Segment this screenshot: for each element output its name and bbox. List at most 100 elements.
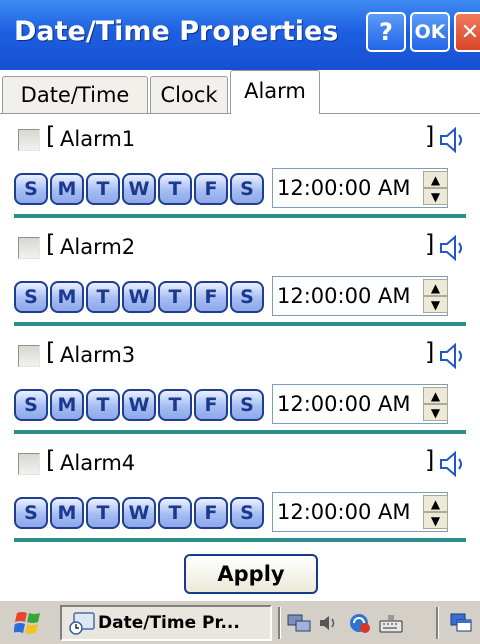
alarm-4-day-mon[interactable]: M — [50, 497, 84, 529]
alarm-3-name-field[interactable] — [56, 336, 410, 374]
alarm-3-day-wed[interactable]: W — [122, 389, 156, 421]
alarm-1-day-buttons: S M T W T F S — [14, 173, 266, 205]
alarm-row-1: [ ] S M T W T F S 12:00:00 AM ▲ ▼ — [0, 116, 480, 224]
window-title: Date/Time Properties — [14, 16, 339, 47]
alarm-4-day-buttons: S M T W T F S — [14, 497, 266, 529]
alarm-4-spin-down-icon[interactable]: ▼ — [423, 512, 448, 529]
apply-button[interactable]: Apply — [184, 554, 318, 594]
alarm-2-day-thu[interactable]: T — [158, 281, 192, 313]
alarm-1-day-thu[interactable]: T — [158, 173, 192, 205]
alarm-3-day-thu[interactable]: T — [158, 389, 192, 421]
alarm-3-day-fri[interactable]: F — [194, 389, 228, 421]
taskbar-task-label: Date/Time Pr... — [98, 613, 240, 633]
volume-icon[interactable] — [316, 611, 342, 635]
alarm-1-close-bracket: ] — [425, 122, 435, 150]
alarm-2-separator — [14, 322, 466, 326]
alarm-row-4: [ ] S M T W T F S 12:00:00 AM ▲ ▼ — [0, 440, 480, 548]
alarm-2-open-bracket: [ — [46, 230, 56, 258]
alarm-2-enable-checkbox[interactable] — [18, 237, 40, 259]
alarm-1-day-sat[interactable]: S — [230, 173, 264, 205]
network-icon[interactable] — [286, 611, 312, 635]
alarm-4-name-field[interactable] — [56, 444, 410, 482]
alarm-3-open-bracket: [ — [46, 338, 56, 366]
alarm-2-day-sun[interactable]: S — [14, 281, 48, 313]
alarm-3-spin-down-icon[interactable]: ▼ — [423, 404, 448, 421]
close-button[interactable]: ✕ — [454, 12, 480, 52]
tab-strip: Date/Time Clock Alarm — [0, 70, 480, 114]
tab-date-time[interactable]: Date/Time — [2, 76, 148, 113]
alarm-1-name-field[interactable] — [56, 120, 410, 158]
title-bar: Date/Time Properties ? OK ✕ — [0, 0, 480, 70]
ok-button[interactable]: OK — [410, 12, 450, 52]
alarm-4-open-bracket: [ — [46, 446, 56, 474]
alarm-row-3: [ ] S M T W T F S 12:00:00 AM ▲ ▼ — [0, 332, 480, 440]
alarm-4-separator — [14, 538, 466, 542]
alarm-3-separator — [14, 430, 466, 434]
tab-clock-label: Clock — [160, 83, 218, 107]
alarm-4-day-fri[interactable]: F — [194, 497, 228, 529]
alarm-1-day-tue[interactable]: T — [86, 173, 120, 205]
alarm-1-day-mon[interactable]: M — [50, 173, 84, 205]
alarm-4-close-bracket: ] — [425, 446, 435, 474]
alarm-3-day-sun[interactable]: S — [14, 389, 48, 421]
alarm-1-time-field[interactable]: 12:00:00 AM — [272, 168, 448, 208]
alarm-2-close-bracket: ] — [425, 230, 435, 258]
keyboard-icon[interactable] — [378, 611, 404, 635]
alarm-3-time-field[interactable]: 12:00:00 AM — [272, 384, 448, 424]
alarm-1-day-wed[interactable]: W — [122, 173, 156, 205]
alarm-1-separator — [14, 214, 466, 218]
alarm-4-day-tue[interactable]: T — [86, 497, 120, 529]
alarm-2-time-field[interactable]: 12:00:00 AM — [272, 276, 448, 316]
alarm-1-spin-up-icon[interactable]: ▲ — [423, 171, 448, 188]
help-button[interactable]: ? — [366, 12, 406, 52]
start-logo-icon[interactable] — [14, 609, 42, 637]
alarm-3-time-spinner: ▲ ▼ — [423, 387, 448, 421]
alarm-1-day-fri[interactable]: F — [194, 173, 228, 205]
alarm-2-day-fri[interactable]: F — [194, 281, 228, 313]
tray-separator-1 — [278, 607, 281, 639]
alarm-3-day-buttons: S M T W T F S — [14, 389, 266, 421]
tab-clock[interactable]: Clock — [150, 76, 228, 113]
alarm-1-enable-checkbox[interactable] — [18, 129, 40, 151]
alarm-4-sound-icon[interactable] — [438, 450, 468, 478]
desktop-icon[interactable] — [448, 611, 474, 635]
alarm-4-day-sun[interactable]: S — [14, 497, 48, 529]
alarm-2-sound-icon[interactable] — [438, 234, 468, 262]
alarm-4-day-wed[interactable]: W — [122, 497, 156, 529]
tab-alarm-label: Alarm — [244, 78, 306, 103]
alarm-3-day-mon[interactable]: M — [50, 389, 84, 421]
alarm-4-enable-checkbox[interactable] — [18, 453, 40, 475]
alarm-1-time-spinner: ▲ ▼ — [423, 171, 448, 205]
alarm-1-open-bracket: [ — [46, 122, 56, 150]
alarm-1-spin-down-icon[interactable]: ▼ — [423, 188, 448, 205]
taskbar-date-time-button[interactable]: Date/Time Pr... — [60, 605, 272, 641]
alarm-3-day-tue[interactable]: T — [86, 389, 120, 421]
alarm-2-day-mon[interactable]: M — [50, 281, 84, 313]
date-time-app-icon — [69, 612, 95, 635]
alarm-3-close-bracket: ] — [425, 338, 435, 366]
alarm-4-spin-up-icon[interactable]: ▲ — [423, 495, 448, 512]
alarm-4-time-field[interactable]: 12:00:00 AM — [272, 492, 448, 532]
taskbar: Date/Time Pr... — [0, 600, 480, 644]
alarm-4-day-sat[interactable]: S — [230, 497, 264, 529]
alarm-3-spin-up-icon[interactable]: ▲ — [423, 387, 448, 404]
alarm-3-day-sat[interactable]: S — [230, 389, 264, 421]
alarm-2-day-tue[interactable]: T — [86, 281, 120, 313]
alarm-2-day-sat[interactable]: S — [230, 281, 264, 313]
alarm-3-enable-checkbox[interactable] — [18, 345, 40, 367]
tray-separator-2 — [436, 607, 439, 639]
sync-icon[interactable] — [346, 611, 372, 635]
alarm-2-spin-down-icon[interactable]: ▼ — [423, 296, 448, 313]
alarm-4-day-thu[interactable]: T — [158, 497, 192, 529]
alarm-2-day-wed[interactable]: W — [122, 281, 156, 313]
alarm-1-day-sun[interactable]: S — [14, 173, 48, 205]
alarm-2-time-spinner: ▲ ▼ — [423, 279, 448, 313]
alarm-2-day-buttons: S M T W T F S — [14, 281, 266, 313]
alarm-4-time-spinner: ▲ ▼ — [423, 495, 448, 529]
alarm-row-2: [ ] S M T W T F S 12:00:00 AM ▲ ▼ — [0, 224, 480, 332]
alarm-2-name-field[interactable] — [56, 228, 410, 266]
alarm-2-spin-up-icon[interactable]: ▲ — [423, 279, 448, 296]
alarm-1-sound-icon[interactable] — [438, 126, 468, 154]
tab-alarm[interactable]: Alarm — [230, 70, 320, 114]
alarm-3-sound-icon[interactable] — [438, 342, 468, 370]
